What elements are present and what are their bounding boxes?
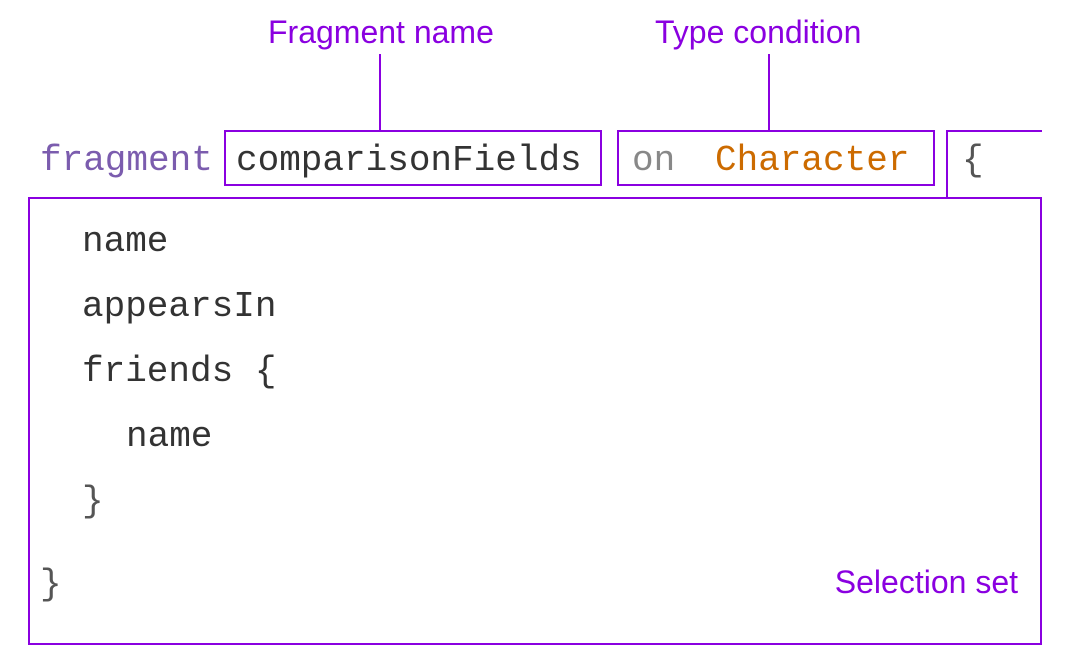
fragment-name: comparisonFields [236,143,582,179]
label-type-condition: Type condition [655,14,861,51]
label-fragment-name: Fragment name [268,14,494,51]
connector-fragment-name [379,54,381,130]
connector-type-condition [768,54,770,130]
field-appearsIn: appearsIn [82,289,276,325]
field-name: name [82,224,168,260]
field-friends-name: name [126,419,212,455]
connector-selection-notch-top [946,130,1042,132]
label-selection-set: Selection set [835,564,1018,601]
friends-close-brace: } [82,484,104,520]
keyword-fragment: fragment [40,143,213,179]
open-brace: { [962,143,984,179]
type-name: Character [715,143,909,179]
keyword-on: on [632,143,675,179]
field-friends-open: friends { [82,354,276,390]
connector-selection-notch [946,130,948,197]
diagram-canvas: Fragment name Type condition fragment co… [0,0,1080,659]
close-brace: } [40,567,62,603]
